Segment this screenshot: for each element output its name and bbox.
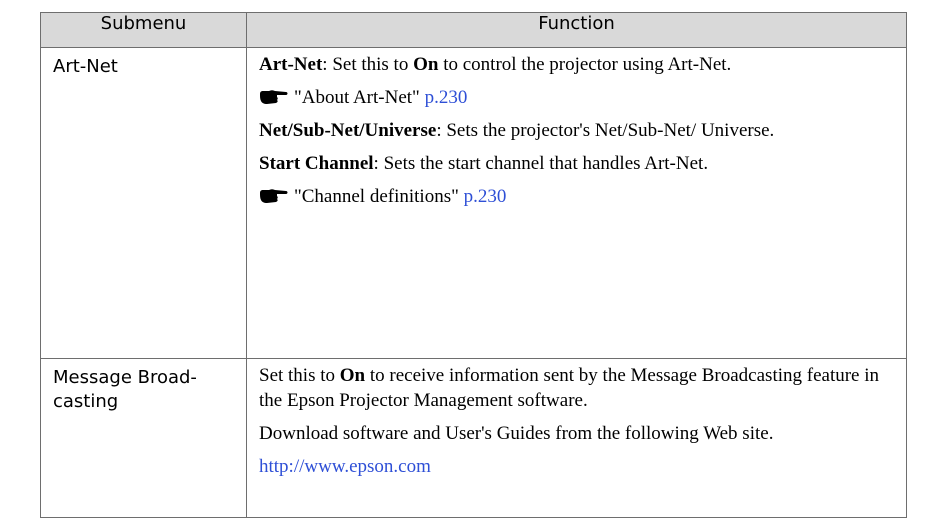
reference-line: "Channel definitions" p.230 (259, 184, 896, 209)
net-term: Net/Sub-Net/Universe (259, 120, 437, 141)
reference-text: "About Art-Net" (294, 87, 425, 108)
website-link-paragraph: http://www.epson.com (259, 454, 896, 479)
website-link[interactable]: http://www.epson.com (259, 456, 431, 477)
pointing-hand-icon (260, 189, 288, 203)
artnet-paragraph: Art-Net: Set this to On to control the p… (259, 52, 896, 77)
submenu-cell: Art-Net (40, 47, 247, 359)
start-channel-term: Start Channel (259, 153, 374, 174)
settings-table: Submenu Function Art-Net Art-Net: Set th… (40, 12, 907, 518)
net-text: : Sets the projector's Net/Sub-Net/ Univ… (436, 120, 775, 141)
on-value: On (413, 54, 439, 75)
page-link[interactable]: p.230 (425, 87, 468, 108)
broadcast-text: Set this to (259, 365, 340, 386)
reference-text: "Channel definitions" (294, 186, 464, 207)
net-paragraph: Net/Sub-Net/Universe: Sets the projector… (259, 118, 896, 143)
pointing-hand-icon (260, 90, 288, 104)
on-value: On (339, 365, 366, 386)
function-header: Function (246, 12, 907, 48)
broadcast-paragraph: Set this to On to receive information se… (259, 363, 896, 413)
artnet-term: Art-Net (259, 54, 323, 75)
function-cell: Art-Net: Set this to On to control the p… (246, 47, 907, 359)
start-channel-text: : Sets the start channel that handles Ar… (373, 153, 709, 174)
download-paragraph: Download software and User's Guides from… (259, 423, 774, 444)
submenu-header: Submenu (40, 12, 247, 48)
page-link[interactable]: p.230 (464, 186, 507, 207)
reference-line: "About Art-Net" p.230 (259, 85, 896, 110)
table-row: Art-Net Art-Net: Set this to On to contr… (40, 47, 907, 359)
artnet-text-end: to control the projector using Art-Net. (438, 54, 732, 75)
start-channel-paragraph: Start Channel: Sets the start channel th… (259, 151, 896, 176)
artnet-text: : Set this to (322, 54, 414, 75)
header-row: Submenu Function (40, 12, 907, 48)
